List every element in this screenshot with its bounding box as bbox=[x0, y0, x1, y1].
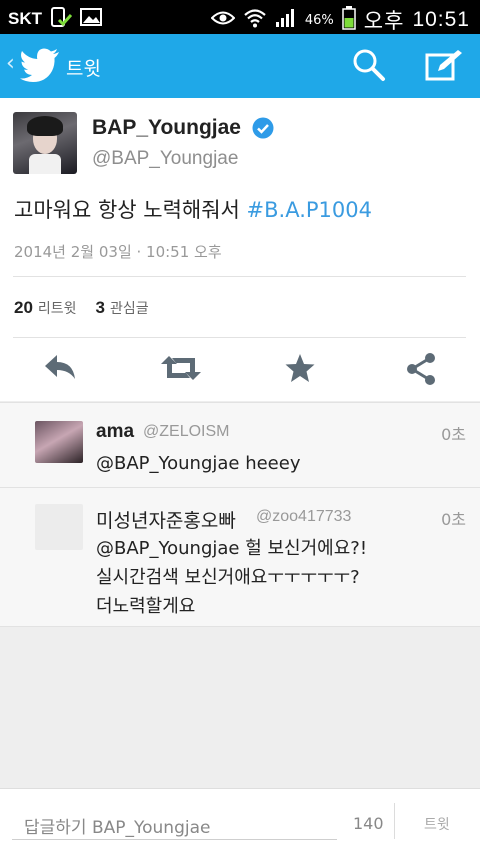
wifi-icon bbox=[243, 8, 267, 32]
twitter-bird-icon[interactable] bbox=[20, 48, 60, 86]
signal-icon bbox=[275, 8, 297, 32]
favorite-label[interactable]: 관심글 bbox=[110, 301, 149, 317]
reply-author-handle[interactable]: @zoo417733 bbox=[256, 508, 351, 526]
reply-item[interactable]: 미성년자준홍오빠 @zoo417733 0초 @BAP_Youngjae 헐 보… bbox=[0, 488, 480, 627]
eye-icon bbox=[210, 10, 236, 30]
tweet-text-plain: 고마워요 항상 노력해줘서 bbox=[14, 198, 247, 222]
author-display-name[interactable]: BAP_Youngjae bbox=[92, 116, 241, 140]
favorite-star-icon[interactable] bbox=[284, 352, 316, 388]
reply-text-line: 더노력할게요 bbox=[96, 596, 196, 617]
divider bbox=[13, 276, 466, 277]
gallery-icon bbox=[80, 7, 102, 31]
tweet-timestamp: 2014년 2월 03일 · 10:51 오후 bbox=[14, 243, 222, 261]
reply-text-line: 실시간검색 보신거애요ㅜㅜㅜㅜㅜ? bbox=[96, 567, 360, 588]
reply-author-name[interactable]: ama bbox=[96, 421, 134, 443]
avatar[interactable] bbox=[35, 504, 83, 550]
action-bar: ‹ 트윗 bbox=[0, 34, 480, 98]
author-handle[interactable]: @BAP_Youngjae bbox=[92, 148, 238, 170]
screen-title: 트윗 bbox=[66, 58, 101, 80]
back-chevron-icon[interactable]: ‹ bbox=[6, 51, 15, 76]
tweet-stats: 20 리트윗 3 관심글 bbox=[14, 298, 149, 318]
compose-icon[interactable] bbox=[425, 48, 463, 86]
favorite-count[interactable]: 3 bbox=[95, 298, 104, 317]
reply-time: 0초 bbox=[441, 425, 466, 444]
reply-input-placeholder[interactable]: 답글하기 BAP_Youngjae bbox=[24, 813, 210, 838]
reply-author-name[interactable]: 미성년자준홍오빠 bbox=[96, 506, 236, 533]
battery-percent: 46% bbox=[304, 12, 334, 28]
hashtag-link[interactable]: #B.A.P1004 bbox=[247, 198, 372, 222]
reply-compose-bar: 답글하기 BAP_Youngjae 140 트윗 bbox=[0, 788, 480, 854]
status-time: 10:51 bbox=[412, 8, 470, 31]
verified-badge-icon bbox=[252, 117, 274, 143]
reply-input[interactable]: 답글하기 BAP_Youngjae bbox=[12, 809, 337, 840]
reply-icon[interactable] bbox=[42, 352, 78, 388]
divider bbox=[394, 803, 395, 839]
search-icon[interactable] bbox=[352, 48, 386, 86]
reply-text-line: @BAP_Youngjae 헐 보신거에요?! bbox=[96, 538, 368, 559]
reply-item[interactable]: ama @ZELOISM 0초 @BAP_Youngjae heeey bbox=[0, 403, 480, 488]
avatar[interactable] bbox=[13, 112, 77, 174]
reply-time: 0초 bbox=[441, 510, 466, 529]
tweet-text: 고마워요 항상 노력해줘서 #B.A.P1004 bbox=[14, 194, 372, 224]
screenshot-icon bbox=[50, 6, 73, 32]
carrier-label: SKT bbox=[8, 9, 42, 28]
avatar[interactable] bbox=[35, 421, 83, 463]
tweet-detail: BAP_Youngjae @BAP_Youngjae 고마워요 항상 노력해줘서… bbox=[0, 98, 480, 401]
reply-author-handle[interactable]: @ZELOISM bbox=[143, 423, 229, 441]
status-bar: SKT 46% 오후 10:51 bbox=[0, 0, 480, 34]
status-time-period: 오후 bbox=[363, 10, 405, 33]
divider bbox=[13, 337, 466, 338]
reply-text: @BAP_Youngjae heeey bbox=[96, 453, 301, 474]
battery-icon bbox=[342, 6, 356, 34]
replies-list: ama @ZELOISM 0초 @BAP_Youngjae heeey 미성년자… bbox=[0, 402, 480, 627]
retweet-count[interactable]: 20 bbox=[14, 298, 33, 317]
send-tweet-button[interactable]: 트윗 bbox=[424, 814, 450, 834]
reply-text: @BAP_Youngjae 헐 보신거에요?! 실시간검색 보신거애요ㅜㅜㅜㅜㅜ… bbox=[96, 534, 367, 621]
retweet-icon[interactable] bbox=[160, 352, 202, 388]
share-icon[interactable] bbox=[404, 352, 438, 390]
character-count: 140 bbox=[353, 814, 384, 833]
retweet-label[interactable]: 리트윗 bbox=[38, 301, 77, 317]
